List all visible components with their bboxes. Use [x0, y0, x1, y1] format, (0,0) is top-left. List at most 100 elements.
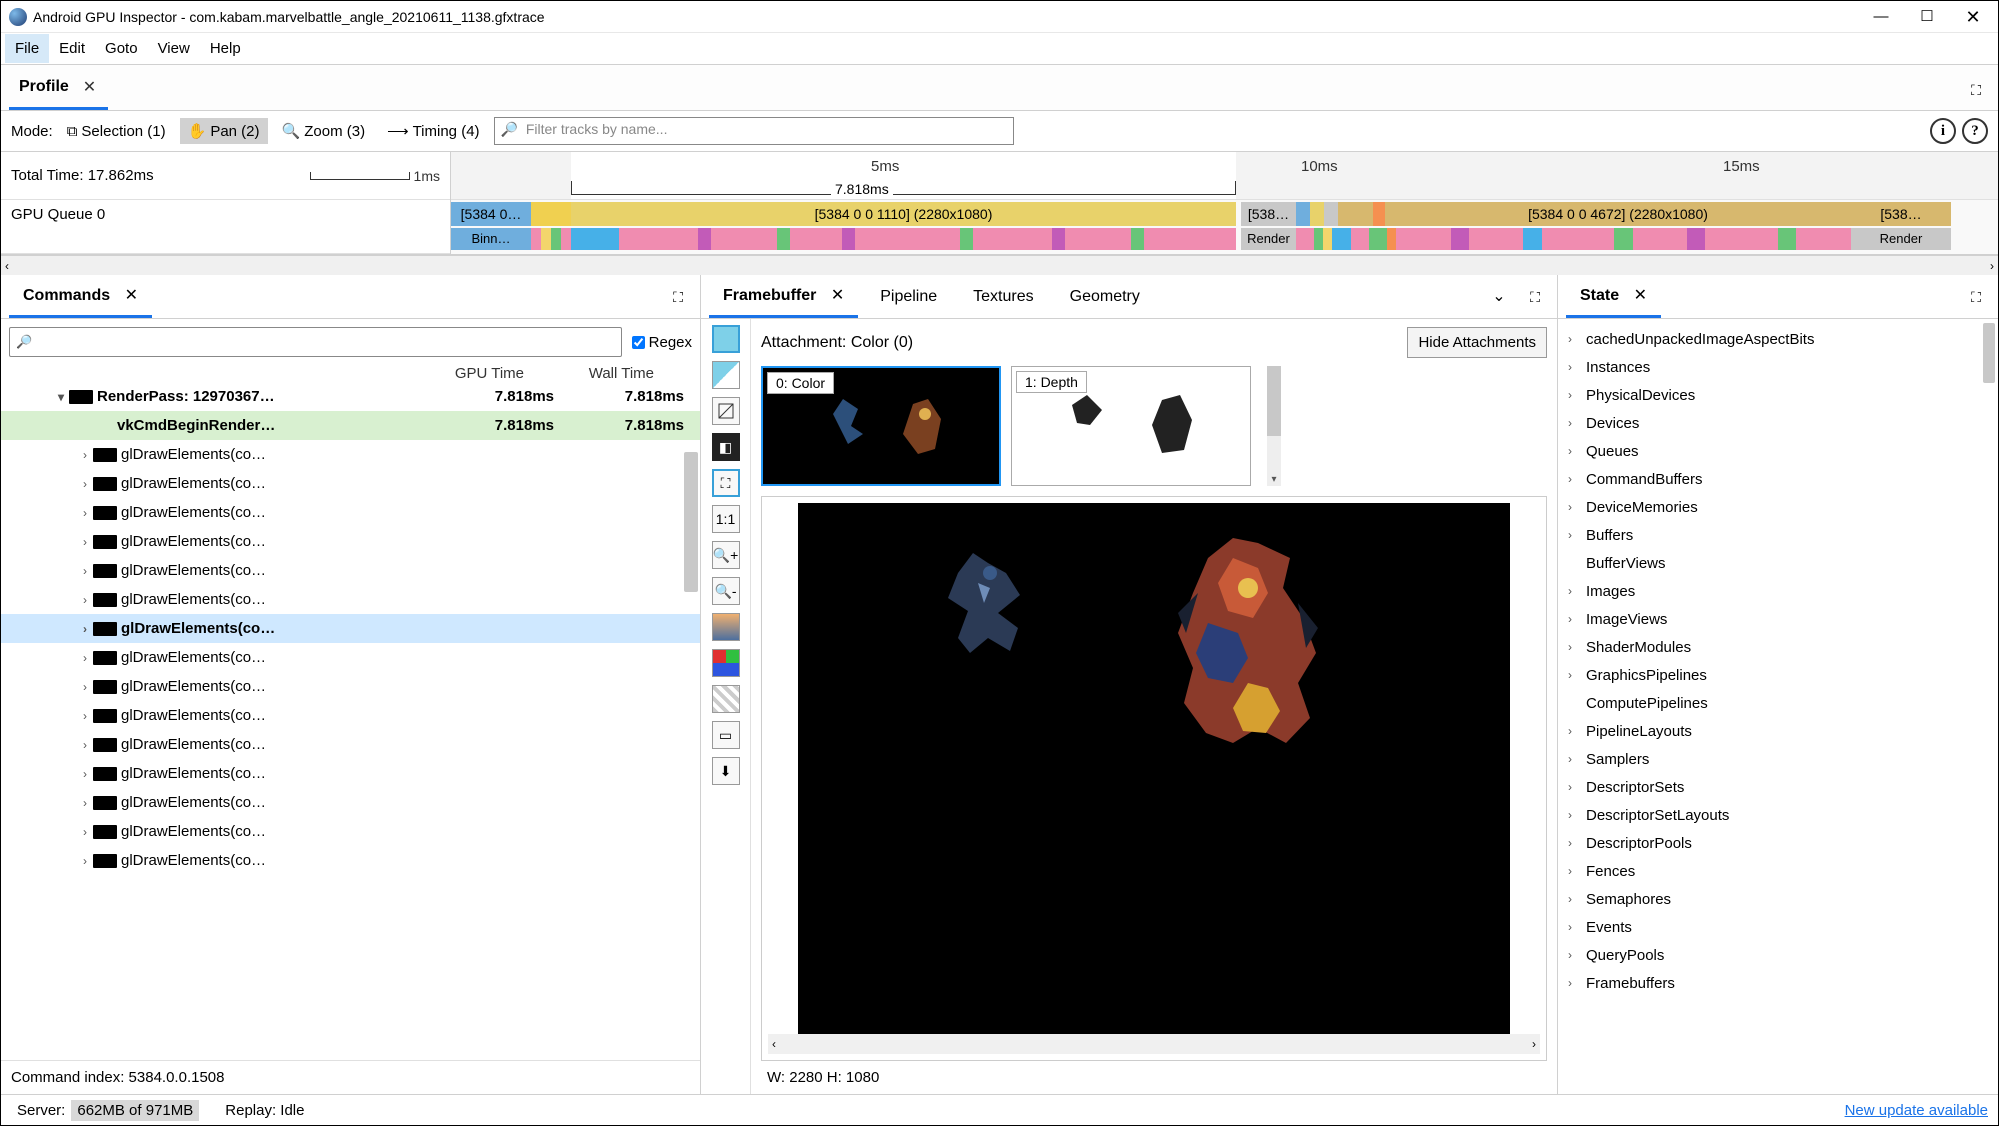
command-row[interactable]: ›glDrawElements(co… — [1, 527, 700, 556]
tab-profile[interactable]: Profile ✕ — [9, 69, 108, 110]
framebuffer-fullscreen-icon[interactable]: ⛶ — [1521, 283, 1549, 311]
command-row[interactable]: ›glDrawElements(co… — [1, 672, 700, 701]
channels-icon[interactable] — [712, 649, 740, 677]
chevron-icon[interactable]: › — [77, 825, 93, 839]
half-fill-icon[interactable] — [712, 361, 740, 389]
tab-pipeline[interactable]: Pipeline — [866, 278, 951, 316]
commands-fullscreen-icon[interactable]: ⛶ — [664, 283, 692, 311]
chevron-icon[interactable]: › — [77, 854, 93, 868]
tab-geometry[interactable]: Geometry — [1056, 278, 1154, 316]
scroll-right-icon[interactable]: › — [1990, 259, 1994, 273]
commands-search-input[interactable]: 🔎 — [9, 327, 622, 357]
view-scroll-right-icon[interactable]: › — [1532, 1037, 1536, 1051]
state-item[interactable]: ›Events — [1558, 913, 1998, 941]
command-row[interactable]: ›glDrawElements(co… — [1, 643, 700, 672]
command-row[interactable]: ›glDrawElements(co… — [1, 759, 700, 788]
menu-file[interactable]: File — [5, 34, 49, 63]
close-window-button[interactable]: ✕ — [1950, 1, 1996, 33]
chevron-icon[interactable]: › — [77, 622, 93, 636]
chevron-icon[interactable]: › — [77, 564, 93, 578]
state-item[interactable]: ›DescriptorSets — [1558, 773, 1998, 801]
command-row[interactable]: ›glDrawElements(co… — [1, 585, 700, 614]
fit-window-icon[interactable]: ⛶ — [712, 469, 740, 497]
command-row[interactable]: ▾RenderPass: 12970367…7.818ms7.818ms — [1, 382, 700, 411]
download-icon[interactable]: ⬇ — [712, 757, 740, 785]
commands-list[interactable]: ▾RenderPass: 12970367…7.818ms7.818msvkCm… — [1, 382, 700, 1060]
state-item[interactable]: ComputePipelines — [1558, 689, 1998, 717]
timeline-ruler[interactable]: 5ms 10ms 15ms 7.818ms — [451, 152, 1998, 200]
state-item[interactable]: BufferViews — [1558, 549, 1998, 577]
state-item[interactable]: ›DescriptorPools — [1558, 829, 1998, 857]
state-item[interactable]: ›PipelineLayouts — [1558, 717, 1998, 745]
chevron-icon[interactable]: ▾ — [53, 390, 69, 404]
state-item[interactable]: ›ShaderModules — [1558, 633, 1998, 661]
attachment-thumb-color[interactable]: 0: Color — [761, 366, 1001, 486]
mode-selection-button[interactable]: ⧉ Selection (1) — [59, 119, 174, 144]
tab-commands[interactable]: Commands ✕ — [9, 275, 152, 318]
commands-close-icon[interactable]: ✕ — [125, 287, 138, 304]
command-row[interactable]: ›glDrawElements(co… — [1, 846, 700, 875]
commands-scrollbar[interactable] — [684, 452, 698, 592]
state-item[interactable]: ›PhysicalDevices — [1558, 381, 1998, 409]
regex-checkbox[interactable]: Regex — [632, 334, 692, 351]
outline-icon[interactable] — [712, 397, 740, 425]
state-item[interactable]: ›Samplers — [1558, 745, 1998, 773]
tab-profile-close-icon[interactable]: ✕ — [83, 77, 96, 97]
chevron-icon[interactable]: › — [77, 593, 93, 607]
command-row[interactable]: ›glDrawElements(co… — [1, 556, 700, 585]
maximize-button[interactable]: ☐ — [1904, 1, 1950, 33]
command-row[interactable]: ›glDrawElements(co… — [1, 498, 700, 527]
tab-state[interactable]: State ✕ — [1566, 275, 1661, 318]
state-item[interactable]: ›Buffers — [1558, 521, 1998, 549]
state-item[interactable]: ›Images — [1558, 577, 1998, 605]
info-icon[interactable]: i — [1930, 118, 1956, 144]
menu-view[interactable]: View — [148, 34, 200, 63]
state-item[interactable]: ›DeviceMemories — [1558, 493, 1998, 521]
state-item[interactable]: ›ImageViews — [1558, 605, 1998, 633]
update-link[interactable]: New update available — [1845, 1102, 1988, 1119]
tab-framebuffer[interactable]: Framebuffer ✕ — [709, 275, 858, 318]
zoom-in-icon[interactable]: 🔍+ — [712, 541, 740, 569]
histogram-icon[interactable] — [712, 613, 740, 641]
state-tree[interactable]: ›cachedUnpackedImageAspectBits›Instances… — [1558, 319, 1998, 1094]
state-scrollbar[interactable] — [1983, 323, 1995, 383]
framebuffer-view[interactable] — [798, 503, 1510, 1034]
chevron-icon[interactable]: › — [77, 448, 93, 462]
state-item[interactable]: ›Fences — [1558, 857, 1998, 885]
command-row[interactable]: ›glDrawElements(co… — [1, 788, 700, 817]
menu-goto[interactable]: Goto — [95, 34, 148, 63]
mode-zoom-button[interactable]: 🔍 Zoom (3) — [274, 118, 374, 144]
command-row[interactable]: vkCmdBeginRender…7.818ms7.818ms — [1, 411, 700, 440]
chevron-icon[interactable]: › — [77, 738, 93, 752]
attachment-thumb-depth[interactable]: 1: Depth — [1011, 366, 1251, 486]
flip-icon[interactable]: ▭ — [712, 721, 740, 749]
help-icon[interactable]: ? — [1962, 118, 1988, 144]
menu-edit[interactable]: Edit — [49, 34, 95, 63]
framebuffer-close-icon[interactable]: ✕ — [831, 287, 844, 304]
tab-textures[interactable]: Textures — [959, 278, 1047, 316]
chevron-icon[interactable]: › — [77, 680, 93, 694]
state-fullscreen-icon[interactable]: ⛶ — [1962, 283, 1990, 311]
state-close-icon[interactable]: ✕ — [1634, 287, 1647, 304]
state-item[interactable]: ›Devices — [1558, 409, 1998, 437]
command-row[interactable]: ›glDrawElements(co… — [1, 701, 700, 730]
solid-fill-icon[interactable] — [712, 325, 740, 353]
overdraw-icon[interactable]: ◧ — [712, 433, 740, 461]
track-filter-input[interactable]: 🔎 Filter tracks by name... — [494, 117, 1014, 145]
command-row[interactable]: ›glDrawElements(co… — [1, 817, 700, 846]
checker-icon[interactable] — [712, 685, 740, 713]
chevron-icon[interactable]: › — [77, 767, 93, 781]
state-item[interactable]: ›cachedUnpackedImageAspectBits — [1558, 325, 1998, 353]
command-row[interactable]: ›glDrawElements(co… — [1, 614, 700, 643]
chevron-icon[interactable]: › — [77, 709, 93, 723]
command-row[interactable]: ›glDrawElements(co… — [1, 469, 700, 498]
chevron-icon[interactable]: › — [77, 506, 93, 520]
scroll-left-icon[interactable]: ‹ — [5, 259, 9, 273]
chevron-icon[interactable]: › — [77, 796, 93, 810]
state-item[interactable]: ›Queues — [1558, 437, 1998, 465]
state-item[interactable]: ›Framebuffers — [1558, 969, 1998, 997]
chevron-icon[interactable]: › — [77, 477, 93, 491]
state-item[interactable]: ›CommandBuffers — [1558, 465, 1998, 493]
state-item[interactable]: ›DescriptorSetLayouts — [1558, 801, 1998, 829]
zoom-out-icon[interactable]: 🔍- — [712, 577, 740, 605]
